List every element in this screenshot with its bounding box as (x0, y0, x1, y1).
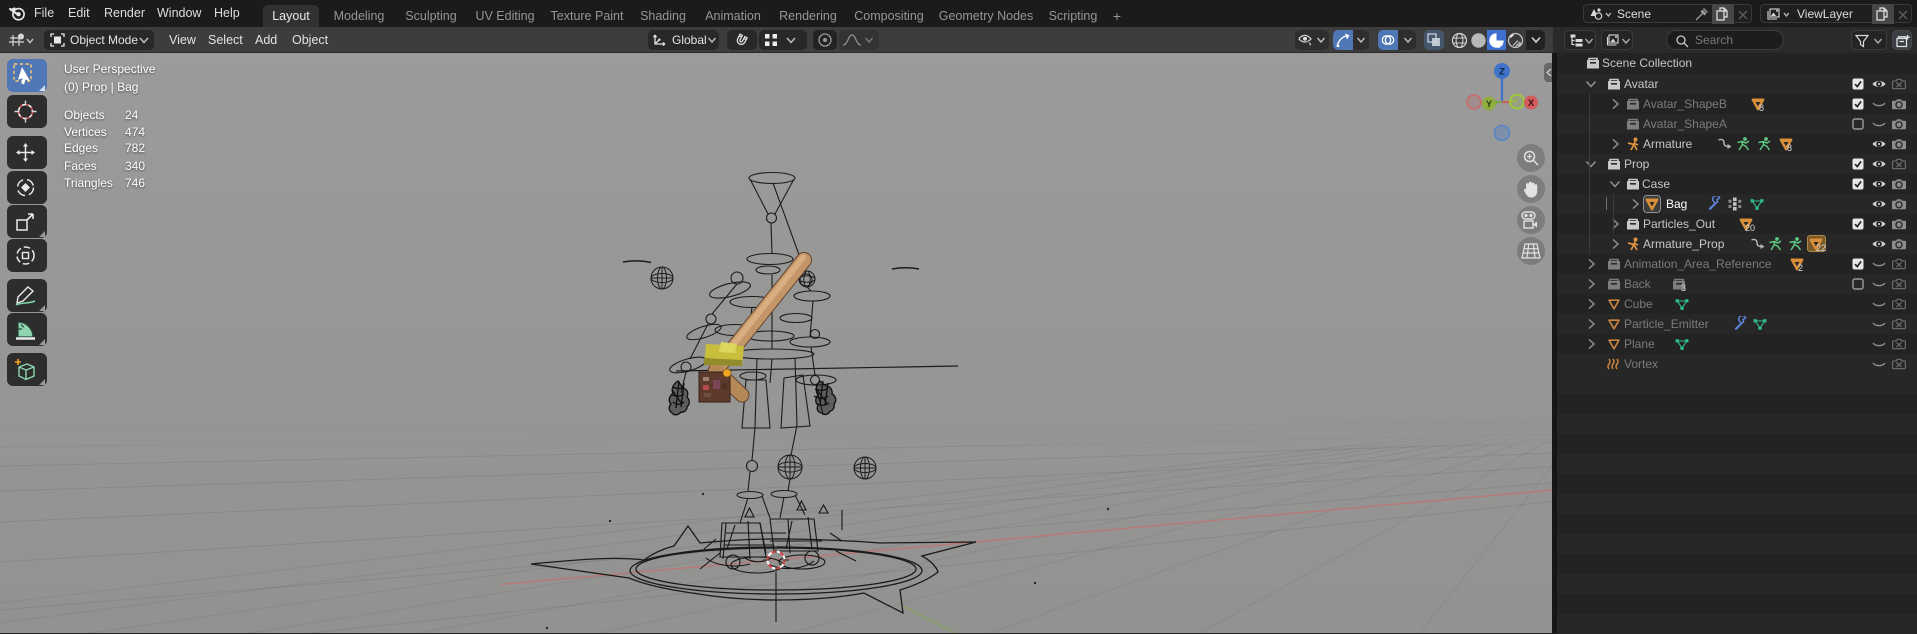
svg-text:Y: Y (1486, 99, 1493, 110)
svg-text:Z: Z (1499, 67, 1505, 78)
svg-text:X: X (1528, 98, 1535, 109)
